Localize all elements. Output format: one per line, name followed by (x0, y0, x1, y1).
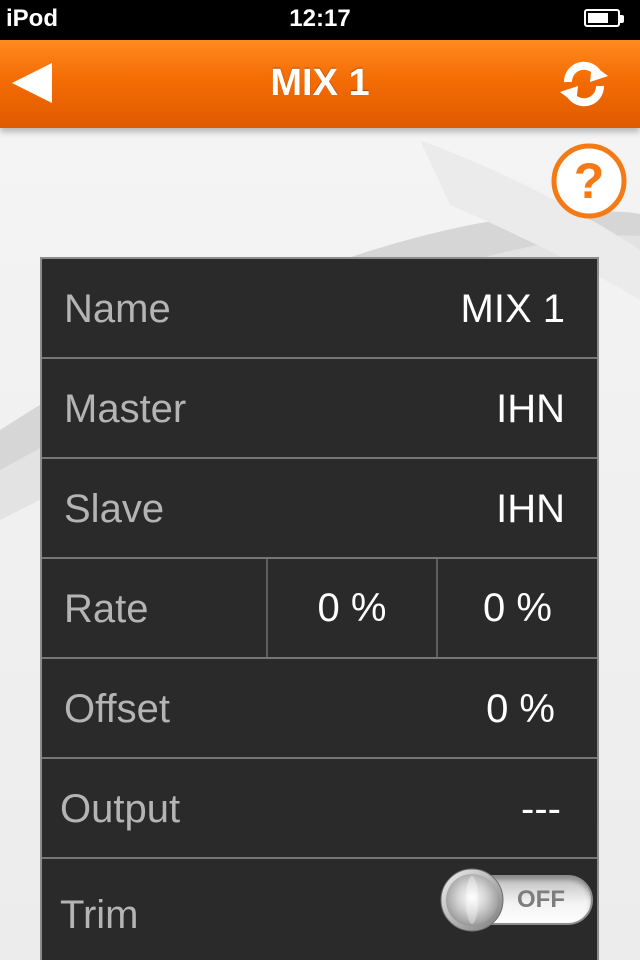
status-bar: iPod 12:17 (0, 0, 640, 40)
rate-value-2[interactable]: 0 % (438, 559, 597, 657)
slave-row[interactable]: Slave IHN (42, 459, 597, 559)
refresh-icon (560, 61, 608, 107)
trim-label: Trim (60, 893, 139, 937)
name-value: MIX 1 (460, 287, 565, 331)
name-label: Name (64, 287, 171, 331)
master-label: Master (64, 387, 187, 431)
page-title: MIX 1 (270, 62, 370, 104)
master-value: IHN (496, 387, 565, 431)
rate-row: Rate 0 % 0 % (42, 559, 597, 659)
toggle-knob (440, 868, 504, 932)
trim-toggle[interactable]: OFF (439, 867, 596, 933)
rate-label: Rate (64, 587, 149, 631)
clock: 12:17 (289, 5, 351, 32)
toggle-state-label: OFF (517, 886, 565, 913)
slave-label: Slave (64, 487, 165, 531)
trim-row: Trim OFF (42, 859, 597, 960)
settings-table: Name MIX 1 Master IHN Slave IHN Rate 0 %… (40, 257, 599, 960)
slave-value: IHN (496, 487, 565, 531)
refresh-button[interactable] (556, 56, 612, 112)
offset-label: Offset (64, 687, 170, 731)
output-value: --- (521, 787, 561, 831)
rate-value-1[interactable]: 0 % (268, 559, 436, 657)
output-label: Output (60, 787, 181, 831)
output-row: Output --- (42, 759, 597, 859)
help-button[interactable]: ? (550, 142, 628, 220)
offset-value: 0 % (486, 687, 555, 731)
nav-bar: MIX 1 (0, 40, 640, 128)
offset-row[interactable]: Offset 0 % (42, 659, 597, 759)
battery-icon (584, 9, 626, 29)
help-question-icon: ? (551, 143, 627, 219)
name-row[interactable]: Name MIX 1 (42, 259, 597, 359)
master-row[interactable]: Master IHN (42, 359, 597, 459)
svg-text:?: ? (574, 153, 605, 209)
